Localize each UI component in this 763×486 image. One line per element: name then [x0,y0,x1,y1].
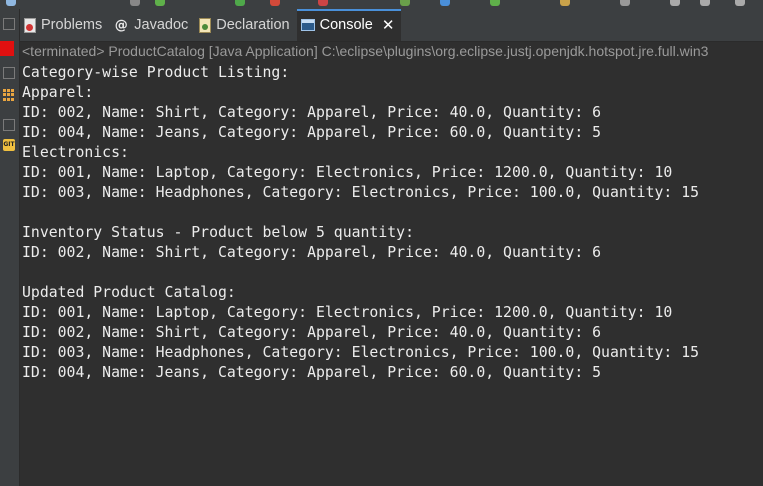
console-line: ID: 004, Name: Jeans, Category: Apparel,… [22,124,602,141]
javadoc-icon: @ [114,17,128,33]
console-line: ID: 002, Name: Shirt, Category: Apparel,… [22,324,602,341]
tab-label: Declaration [216,17,290,33]
console-icon [300,19,315,31]
toolbar-icon[interactable] [155,0,165,6]
view-tab-bar: Problems @ Javadoc Declaration Console ✕ [20,9,763,42]
toolbar-icon[interactable] [490,0,500,6]
tab-label: Console [319,17,373,33]
console-line: ID: 002, Name: Shirt, Category: Apparel,… [22,104,602,121]
maximize-icon[interactable] [3,18,15,30]
console-line: Apparel: [22,84,94,101]
console-line: Category-wise Product Listing: [22,64,290,81]
outline-view-icon[interactable] [3,89,15,101]
console-line: Inventory Status - Product below 5 quant… [22,224,414,241]
problems-icon [24,17,36,33]
toolbar-icon[interactable] [235,0,245,6]
tab-problems[interactable]: Problems [20,9,109,41]
toolbar-icon[interactable] [560,0,570,6]
restore-icon[interactable] [3,67,15,79]
toolbar-icon[interactable] [735,0,745,6]
console-line: ID: 001, Name: Laptop, Category: Electro… [22,164,673,181]
close-icon[interactable]: ✕ [382,16,395,34]
toolbar-icon[interactable] [620,0,630,6]
git-icon[interactable]: GIT [3,139,15,151]
console-line: Updated Product Catalog: [22,284,236,301]
console-process-header: <terminated> ProductCatalog [Java Applic… [22,43,709,59]
console-line: ID: 003, Name: Headphones, Category: Ele… [22,344,700,361]
toolbar-icon[interactable] [130,0,140,6]
tab-console[interactable]: Console ✕ [296,9,402,41]
console-output[interactable]: Category-wise Product Listing: Apparel: … [22,63,763,486]
console-line: ID: 003, Name: Headphones, Category: Ele… [22,184,700,201]
console-line: ID: 002, Name: Shirt, Category: Apparel,… [22,244,602,261]
console-line: ID: 001, Name: Laptop, Category: Electro… [22,304,673,321]
console-line: ID: 004, Name: Jeans, Category: Apparel,… [22,364,602,381]
toolbar-icon[interactable] [670,0,680,6]
tab-label: Javadoc [134,17,189,33]
tab-declaration[interactable]: Declaration [195,9,296,41]
left-trim-bar: GIT [0,9,20,486]
toolbar-icon[interactable] [700,0,710,6]
restore-icon[interactable] [3,119,15,131]
toolbar-icon[interactable] [440,0,450,6]
tab-label: Problems [41,17,103,33]
toolbar-icon[interactable] [318,0,328,6]
console-line: Electronics: [22,144,129,161]
toolbar-icon[interactable] [400,0,410,6]
declaration-icon [199,17,212,33]
tab-javadoc[interactable]: @ Javadoc [109,9,195,41]
toolbar-icon[interactable] [6,0,16,6]
toolbar-icon[interactable] [270,0,280,6]
terminate-icon[interactable] [0,41,14,56]
